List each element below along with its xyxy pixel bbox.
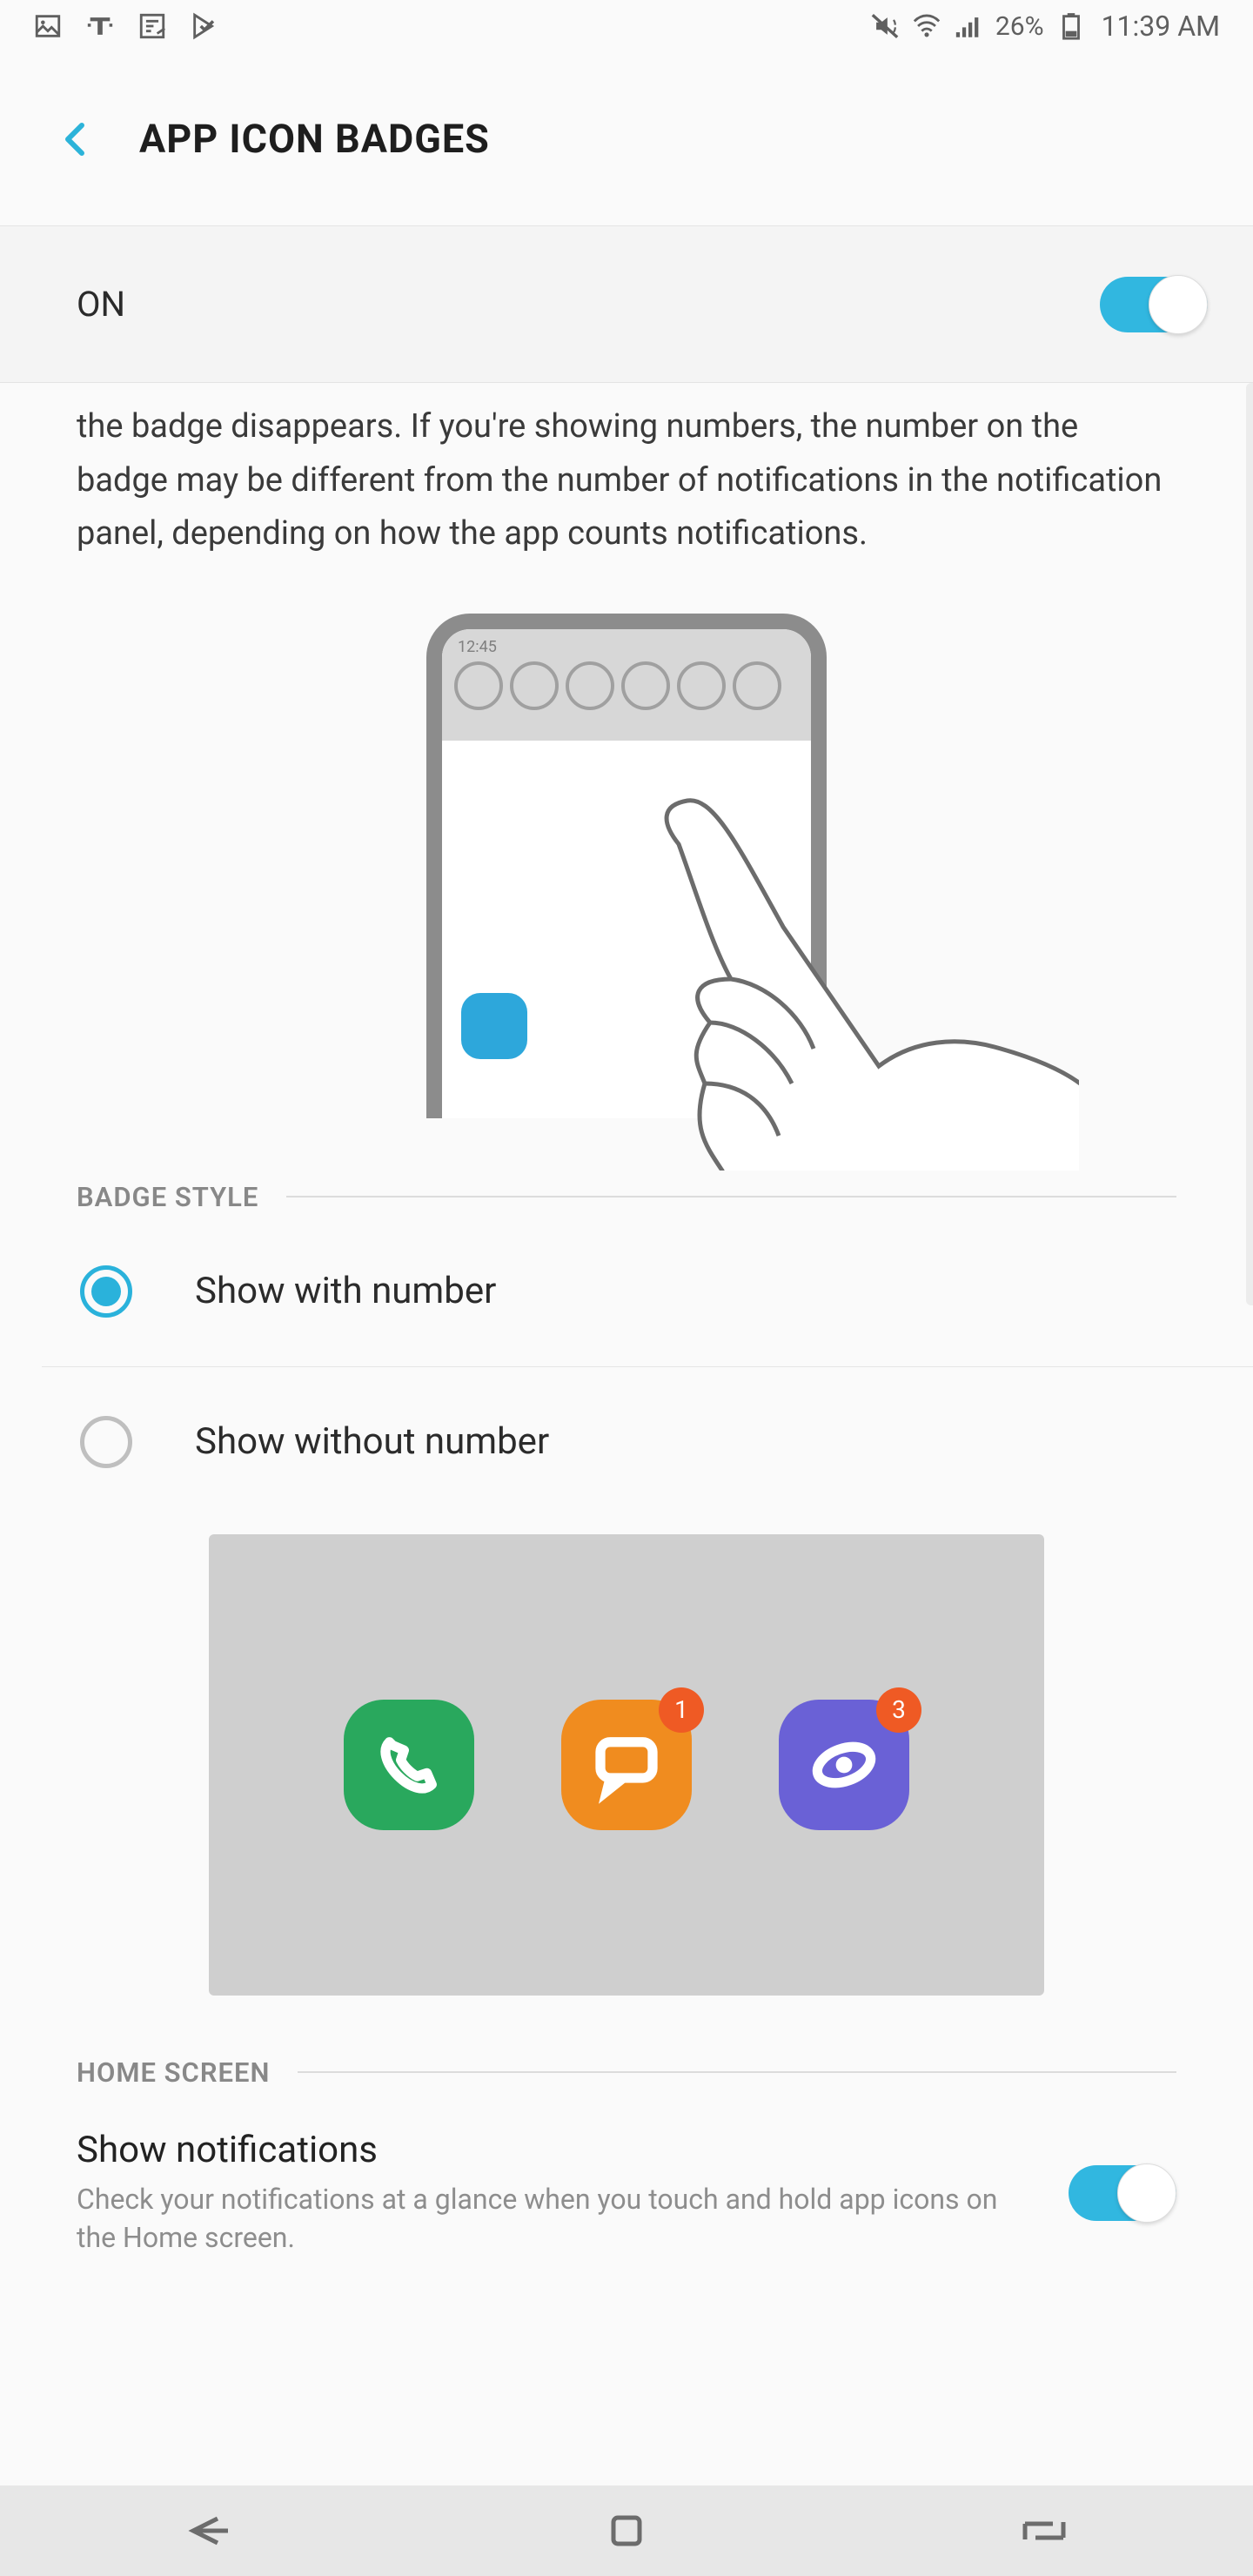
illustration-time: 12:45 bbox=[458, 638, 799, 656]
section-title-home-screen: HOME SCREEN bbox=[77, 2056, 270, 2089]
page-title: APP ICON BADGES bbox=[139, 116, 490, 162]
radio-button-icon[interactable] bbox=[80, 1265, 132, 1318]
play-check-icon bbox=[190, 11, 219, 41]
navigation-bar bbox=[0, 2485, 1253, 2576]
section-title-badge-style: BADGE STYLE bbox=[77, 1181, 258, 1213]
status-right-icons: 26% 11:39 AM bbox=[870, 10, 1220, 43]
preview-message-icon: 1 bbox=[561, 1700, 692, 1830]
radio-label: Show with number bbox=[195, 1270, 496, 1312]
scrollbar[interactable] bbox=[1246, 383, 1253, 1305]
row-subtitle: Check your notifications at a glance whe… bbox=[77, 2180, 1034, 2258]
illustration-app-tile bbox=[461, 993, 527, 1059]
mute-vibrate-icon bbox=[870, 11, 900, 41]
master-toggle-row[interactable]: ON bbox=[0, 226, 1253, 383]
app-icon bbox=[137, 11, 167, 41]
status-left-icons bbox=[33, 11, 219, 41]
battery-icon bbox=[1056, 11, 1086, 41]
preview-badge-1: 1 bbox=[659, 1687, 704, 1733]
badge-style-preview: 1 3 bbox=[209, 1534, 1044, 1996]
master-toggle-label: ON bbox=[77, 284, 125, 325]
illustration: 12:45 bbox=[77, 614, 1176, 1171]
radio-button-icon[interactable] bbox=[80, 1416, 132, 1468]
nav-home-button[interactable] bbox=[592, 2506, 661, 2555]
master-toggle-switch[interactable] bbox=[1100, 277, 1208, 332]
nav-recents-button[interactable] bbox=[1009, 2506, 1079, 2555]
section-header-home-screen: HOME SCREEN bbox=[77, 2056, 1176, 2089]
tmobile-icon bbox=[85, 11, 115, 41]
illustration-hand bbox=[626, 796, 1079, 1171]
section-header-badge-style: BADGE STYLE bbox=[77, 1181, 1176, 1213]
radio-label: Show without number bbox=[195, 1420, 549, 1463]
battery-percent: 26% bbox=[995, 11, 1044, 42]
status-bar: 26% 11:39 AM bbox=[0, 0, 1253, 52]
preview-browser-icon: 3 bbox=[779, 1700, 909, 1830]
radio-show-without-number[interactable]: Show without number bbox=[77, 1367, 1176, 1517]
description-text: the badge disappears. If you're showing … bbox=[77, 383, 1176, 614]
row-show-notifications[interactable]: Show notifications Check your notificati… bbox=[77, 2092, 1176, 2298]
main-content: the badge disappears. If you're showing … bbox=[0, 383, 1253, 2298]
preview-phone-icon bbox=[344, 1700, 474, 1830]
nav-back-button[interactable] bbox=[174, 2506, 244, 2555]
preview-badge-3: 3 bbox=[876, 1687, 921, 1733]
clock: 11:39 AM bbox=[1102, 10, 1220, 43]
header-row: APP ICON BADGES bbox=[0, 52, 1253, 226]
radio-show-with-number[interactable]: Show with number bbox=[77, 1217, 1176, 1366]
show-notifications-toggle[interactable] bbox=[1069, 2165, 1176, 2221]
wifi-icon bbox=[912, 11, 941, 41]
picture-icon bbox=[33, 11, 63, 41]
signal-icon bbox=[954, 11, 983, 41]
back-button[interactable] bbox=[56, 118, 97, 160]
row-title: Show notifications bbox=[77, 2129, 1034, 2171]
